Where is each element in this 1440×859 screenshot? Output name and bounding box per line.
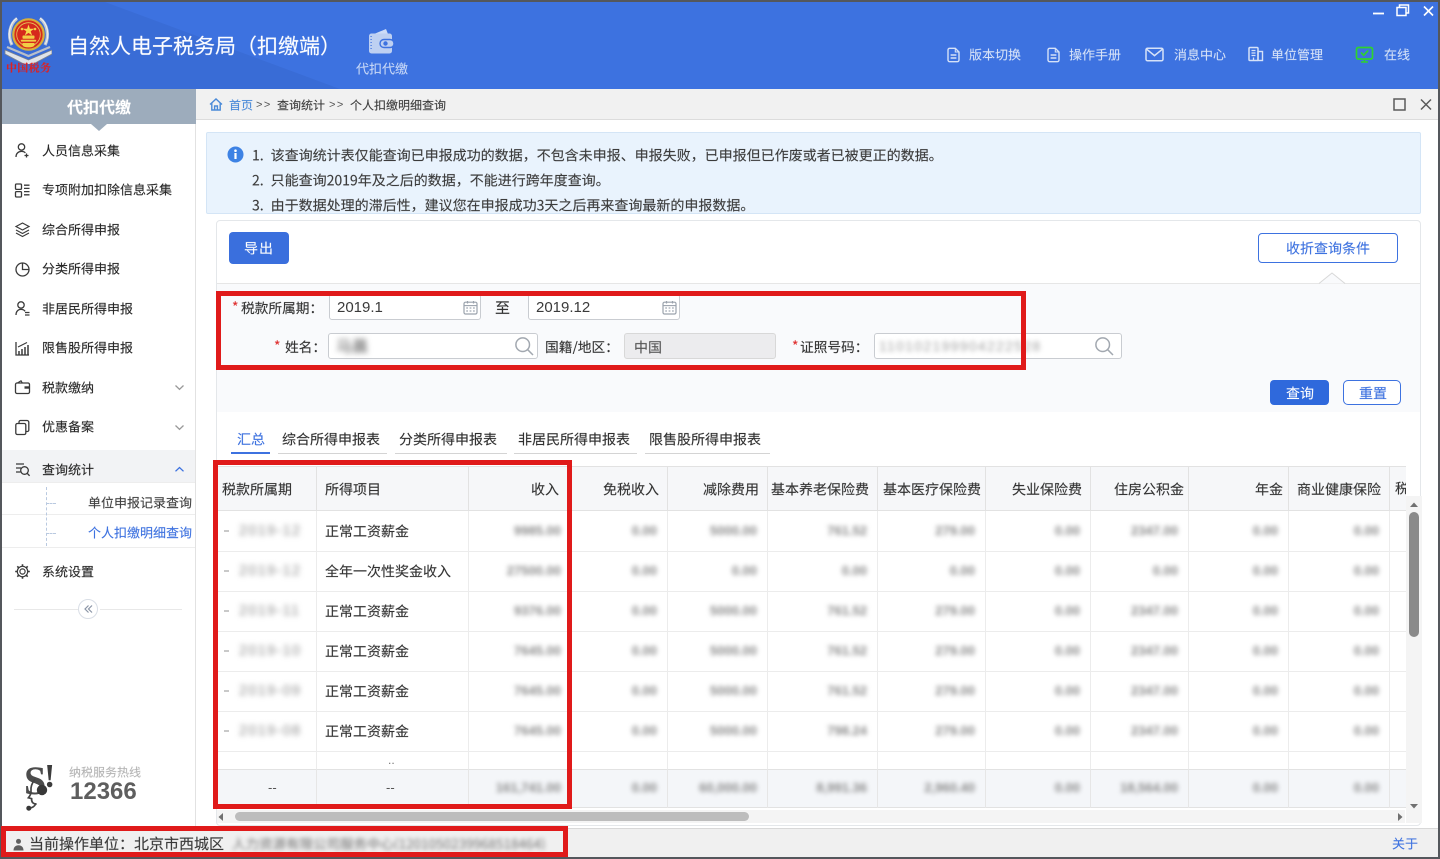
svg-text:S: S (24, 758, 46, 803)
